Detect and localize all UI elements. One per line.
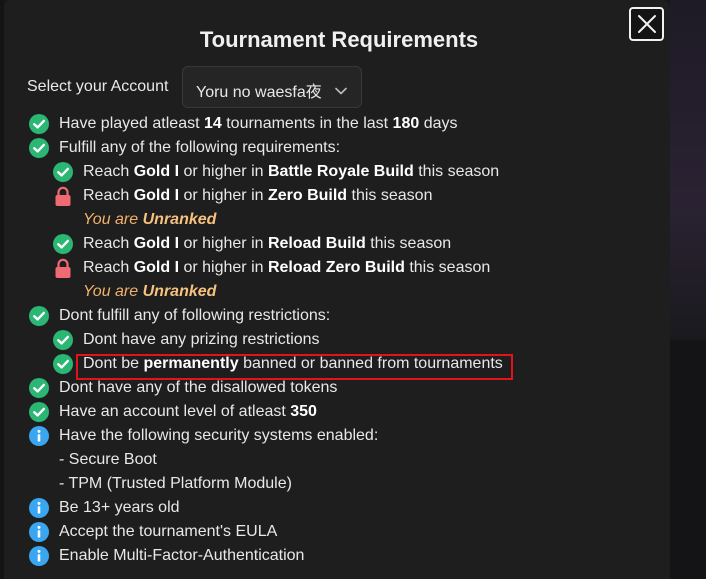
info-circle-icon [29,426,49,446]
requirement-note: You are Unranked [83,208,216,232]
account-select[interactable]: Yoru no waesfa夜 [182,66,362,108]
check-circle-icon [29,378,49,398]
check-circle-icon [29,114,49,134]
lock-icon [53,186,73,206]
security-system-item: - Secure Boot [59,448,157,472]
chevron-down-icon [335,82,347,100]
close-button[interactable] [629,7,664,41]
info-circle-icon [29,546,49,566]
requirement-text: Be 13+ years old [59,499,180,516]
requirement-text: Dont have any prizing restrictions [83,331,320,348]
requirement-text: Have an account level of atleast 350 [59,403,317,420]
requirement-text: Reach Gold I or higher in Reload Build t… [83,235,452,252]
security-system-item: - TPM (Trusted Platform Module) [59,472,292,496]
requirement-note: You are Unranked [83,280,216,304]
requirement-text: Have played atleast 14 tournaments in th… [59,115,458,132]
requirement-text: Reach Gold I or higher in Battle Royale … [83,163,500,180]
requirement-text: Reach Gold I or higher in Reload Zero Bu… [83,259,491,276]
requirement-text: Dont fulfill any of following restrictio… [59,307,331,324]
requirement-text: Have the following security systems enab… [59,427,379,444]
close-icon [638,15,656,33]
requirement-text: Fulfill any of the following requirement… [59,139,341,156]
account-select-value: Yoru no waesfa夜 [196,84,322,101]
check-circle-icon [53,162,73,182]
account-label: Select your Account [27,78,169,95]
backdrop-right-art [670,0,706,340]
requirement-text: You are Unranked [83,211,217,228]
requirement-text: You are Unranked [83,283,217,300]
check-circle-icon [29,306,49,326]
info-circle-icon [29,498,49,518]
check-circle-icon [53,234,73,254]
requirement-text: Reach Gold I or higher in Zero Build thi… [83,187,433,204]
check-circle-icon [53,354,73,374]
info-circle-icon [29,522,49,542]
check-circle-icon [29,138,49,158]
requirement-text: Accept the tournament's EULA [59,523,278,540]
requirement-text: - Secure Boot [59,451,157,468]
modal-title: Tournament Requirements [199,27,479,52]
lock-icon [53,258,73,278]
requirement-text: Enable Multi-Factor-Authentication [59,547,305,564]
check-circle-icon [29,402,49,422]
requirements-modal: Tournament Requirements Select your Acco… [4,0,670,579]
requirement-text: - TPM (Trusted Platform Module) [59,475,292,492]
highlight-box [76,354,513,380]
check-circle-icon [53,330,73,350]
